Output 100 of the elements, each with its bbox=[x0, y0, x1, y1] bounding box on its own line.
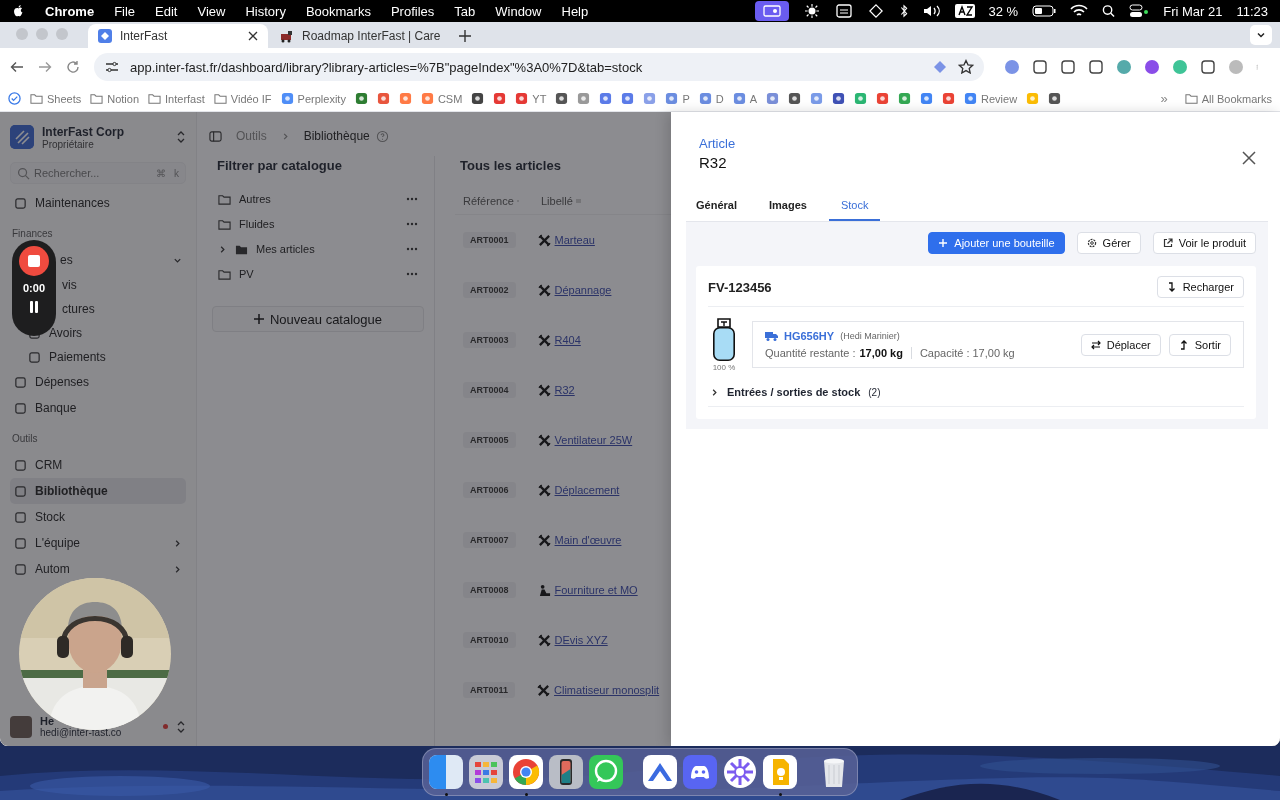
stop-button[interactable] bbox=[19, 246, 49, 276]
app-menu[interactable]: Chrome bbox=[45, 3, 95, 19]
search-icon[interactable] bbox=[1102, 4, 1116, 18]
article-link[interactable]: Main d'œuvre bbox=[554, 534, 622, 546]
reload-icon[interactable] bbox=[66, 60, 80, 74]
bookmark[interactable]: A bbox=[732, 92, 758, 105]
bookmark[interactable]: Sheets bbox=[30, 92, 82, 105]
control-center-icon[interactable] bbox=[1129, 4, 1150, 18]
menu-item[interactable]: History bbox=[245, 3, 286, 19]
article-link[interactable]: R32 bbox=[554, 384, 575, 396]
bookmark-icon[interactable] bbox=[555, 92, 569, 105]
bookmark-icon[interactable] bbox=[1048, 92, 1062, 105]
asterisk-icon[interactable] bbox=[723, 755, 757, 789]
site-settings-icon[interactable] bbox=[104, 59, 120, 75]
catalog-item[interactable]: Fluides bbox=[212, 212, 424, 236]
browser-tab[interactable]: InterFast bbox=[88, 24, 268, 48]
check-circle-icon[interactable] bbox=[8, 92, 21, 105]
column-header[interactable]: Référence bbox=[463, 194, 519, 207]
avatar[interactable] bbox=[10, 715, 32, 738]
keyboard-layout-icon[interactable] bbox=[954, 4, 975, 18]
action-button[interactable]: Voir le produit bbox=[1152, 232, 1256, 254]
bookmark[interactable]: CSM bbox=[420, 92, 463, 105]
brightness-icon[interactable] bbox=[802, 4, 821, 18]
article-link[interactable]: R404 bbox=[554, 334, 581, 346]
article-link[interactable]: Fourniture et MO bbox=[554, 584, 638, 596]
chat-bubble-icon[interactable] bbox=[589, 755, 623, 789]
bookmark[interactable]: Review bbox=[964, 92, 1018, 105]
breadcrumb-link[interactable]: Bibliothèque bbox=[303, 129, 370, 143]
sidebar-item[interactable]: Paiements bbox=[10, 345, 186, 369]
bluetooth-icon[interactable] bbox=[898, 4, 909, 18]
stock-history-toggle[interactable]: Entrées / sorties de stock (2) bbox=[708, 386, 1244, 407]
menu-item[interactable]: Window bbox=[495, 3, 542, 19]
menu-item[interactable]: Profiles bbox=[390, 3, 435, 19]
sidebar-item[interactable]: Maintenances bbox=[10, 190, 186, 216]
address-bar[interactable]: app.inter-fast.fr/dashboard/library?library-articles=%7B"pageIndex"%3A0%7D&tab=stock bbox=[94, 53, 984, 81]
bookmark[interactable]: Interfast bbox=[148, 92, 205, 105]
bookmark[interactable]: Perplexity bbox=[280, 92, 346, 105]
catalog-item[interactable]: Autres bbox=[212, 187, 424, 211]
action-button[interactable]: Gérer bbox=[1076, 232, 1141, 254]
column-header[interactable]: Libellé bbox=[541, 194, 601, 207]
reload-button[interactable]: Recharger bbox=[1156, 276, 1244, 298]
sidebar-item[interactable]: L'équipe bbox=[10, 530, 186, 556]
game-controller-icon[interactable] bbox=[683, 755, 717, 789]
extension-icon[interactable] bbox=[1032, 59, 1048, 75]
browser-tab[interactable]: Roadmap InterFast | Care bbox=[270, 24, 450, 48]
sidebar-item[interactable]: es bbox=[10, 247, 186, 273]
menu-item[interactable]: Edit bbox=[155, 3, 178, 19]
tab[interactable]: Images bbox=[758, 199, 817, 221]
sidebar-item[interactable]: Bibliothèque bbox=[10, 478, 186, 504]
article-link[interactable]: Déplacement bbox=[554, 484, 620, 496]
article-link[interactable]: Dépannage bbox=[554, 284, 612, 296]
volume-icon[interactable] bbox=[922, 4, 941, 18]
phone-icon[interactable] bbox=[549, 755, 583, 789]
new-tab-icon[interactable] bbox=[458, 29, 472, 43]
vehicle-plate[interactable]: HG656HY bbox=[784, 330, 835, 342]
article-link[interactable]: Ventilateur 25W bbox=[554, 434, 633, 446]
bookmark-icon[interactable] bbox=[876, 92, 890, 105]
wifi-icon[interactable] bbox=[1070, 4, 1089, 18]
extension-icon[interactable] bbox=[1200, 59, 1216, 75]
app-grid-icon[interactable] bbox=[469, 755, 503, 789]
bookmark-icon[interactable] bbox=[788, 92, 802, 105]
pause-button[interactable] bbox=[27, 300, 41, 314]
menu-item[interactable]: File bbox=[114, 3, 136, 19]
apple-icon[interactable] bbox=[12, 4, 25, 18]
bookmark[interactable]: D bbox=[698, 92, 724, 105]
action-button[interactable]: Ajouter une bouteille bbox=[928, 232, 1065, 254]
sidebar-toggle-icon[interactable] bbox=[209, 129, 222, 143]
bookmark[interactable]: Vidéo IF bbox=[213, 92, 272, 105]
bookmark-icon[interactable] bbox=[942, 92, 956, 105]
menubar-time[interactable]: 11:23 bbox=[1236, 3, 1268, 19]
more-bookmarks-button[interactable]: » bbox=[1152, 91, 1176, 106]
bookmark-icon[interactable] bbox=[832, 92, 846, 105]
exit-button[interactable]: Sortir bbox=[1168, 333, 1231, 356]
switch-icon[interactable] bbox=[176, 719, 186, 734]
battery-icon[interactable] bbox=[1032, 4, 1057, 18]
article-link[interactable]: DEvis XYZ bbox=[554, 634, 608, 646]
bookmark-icon[interactable] bbox=[354, 92, 368, 105]
close-icon[interactable] bbox=[248, 31, 258, 41]
more-icon[interactable] bbox=[406, 247, 418, 251]
window-icon[interactable] bbox=[834, 4, 853, 18]
more-icon[interactable] bbox=[406, 197, 418, 201]
tab[interactable]: Général bbox=[686, 199, 747, 221]
catalog-item[interactable]: PV bbox=[212, 262, 424, 286]
search-input[interactable]: Rechercher... bbox=[34, 167, 148, 179]
article-link[interactable]: Marteau bbox=[554, 234, 595, 246]
article-link[interactable]: Climatiseur monosplit bbox=[554, 684, 660, 696]
bookmark[interactable]: Notion bbox=[90, 92, 140, 105]
extension-icon[interactable] bbox=[1088, 59, 1104, 75]
bookmark-icon[interactable] bbox=[493, 92, 507, 105]
bookmark[interactable]: YT bbox=[515, 92, 547, 105]
tab-search-button[interactable] bbox=[1250, 25, 1272, 45]
screen-share-icon[interactable] bbox=[754, 1, 789, 21]
bookmark[interactable]: P bbox=[665, 92, 690, 105]
bookmark-icon[interactable] bbox=[471, 92, 485, 105]
sidebar-item[interactable]: ctures bbox=[10, 297, 186, 321]
diamond-icon[interactable] bbox=[866, 4, 885, 18]
more-icon[interactable] bbox=[406, 272, 418, 276]
menu-item[interactable]: Bookmarks bbox=[305, 3, 371, 19]
extension-icon[interactable] bbox=[1144, 59, 1160, 75]
sidebar-item[interactable]: Banque bbox=[10, 395, 186, 421]
